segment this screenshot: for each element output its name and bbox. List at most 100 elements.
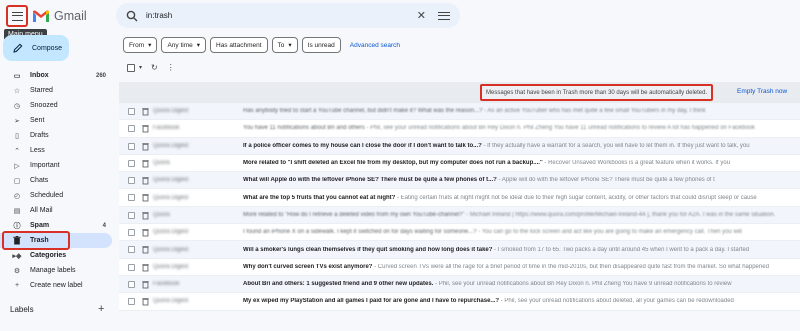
trash-icon[interactable] bbox=[142, 211, 149, 220]
email-preview: My ex wiped my PlayStation and all games… bbox=[243, 298, 800, 304]
email-row[interactable]: Quora Digest Has anybody tried to start a… bbox=[119, 103, 800, 121]
add-label-icon[interactable]: + bbox=[98, 303, 104, 315]
trash-icon[interactable] bbox=[142, 228, 149, 237]
sidebar-item-create-label[interactable]: + Create new label bbox=[0, 278, 112, 293]
row-checkbox[interactable] bbox=[128, 298, 135, 306]
pencil-icon bbox=[13, 43, 23, 53]
email-row[interactable]: Quora Digest What are the top 5 fruits th… bbox=[119, 189, 800, 207]
email-preview: What are the top 5 fruits that you canno… bbox=[243, 195, 800, 201]
sidebar-item-categories[interactable]: ▸◈ Categories bbox=[0, 248, 112, 263]
email-preview: Will a smoker's lungs clean themselves i… bbox=[243, 247, 800, 253]
email-preview: Has anybody tried to start a YouTube cha… bbox=[243, 108, 800, 114]
plus-icon: + bbox=[14, 282, 20, 289]
trash-icon[interactable] bbox=[142, 107, 149, 116]
sidebar-item-label: Starred bbox=[30, 87, 53, 94]
main-menu-button[interactable] bbox=[6, 5, 28, 27]
gmail-logo[interactable]: Gmail bbox=[32, 9, 87, 23]
sidebar-item-sent[interactable]: ➢ Sent bbox=[0, 113, 112, 128]
trash-icon[interactable] bbox=[142, 193, 149, 202]
unread-filter-chip[interactable]: Is unread bbox=[301, 37, 341, 53]
search-filter-bar: From ▾ Any time ▾ Has attachment To ▾ Is un… bbox=[123, 37, 400, 53]
email-row[interactable]: Facebook About Bri and others: 1 suggeste… bbox=[119, 275, 800, 294]
email-sender: Quora Digest bbox=[153, 177, 189, 184]
sidebar-item-label: Create new label bbox=[30, 282, 83, 289]
row-checkbox[interactable] bbox=[128, 263, 135, 271]
row-checkbox[interactable] bbox=[128, 229, 135, 237]
email-sender: Quora Digest bbox=[153, 108, 189, 115]
chip-label: Has attachment bbox=[216, 41, 262, 49]
time-filter-chip[interactable]: Any time ▾ bbox=[161, 37, 206, 53]
sidebar-item-drafts[interactable]: ▯ Drafts bbox=[0, 128, 112, 143]
row-checkbox[interactable] bbox=[128, 142, 135, 150]
trash-icon[interactable] bbox=[142, 263, 149, 272]
to-filter-chip[interactable]: To ▾ bbox=[271, 37, 298, 53]
email-preview: If a police officer comes to my house ca… bbox=[243, 143, 800, 149]
trash-retention-message: Messages that have been in Trash more th… bbox=[480, 84, 714, 101]
sidebar-item-important[interactable]: ▷ Important bbox=[0, 158, 112, 173]
email-row[interactable]: Quora More related to "I shift deleted an… bbox=[119, 154, 800, 173]
row-checkbox[interactable] bbox=[128, 194, 135, 202]
email-subject: If a police officer comes to my house ca… bbox=[243, 142, 482, 149]
trash-icon[interactable] bbox=[142, 245, 149, 254]
chip-label: Any time bbox=[167, 41, 193, 49]
trash-icon[interactable] bbox=[142, 297, 149, 306]
search-input[interactable] bbox=[146, 11, 417, 20]
trash-icon[interactable] bbox=[142, 159, 149, 168]
row-checkbox[interactable] bbox=[128, 211, 135, 219]
email-snippet: - Michael Ireland | https://www.quora.co… bbox=[464, 211, 776, 218]
row-checkbox[interactable] bbox=[128, 108, 135, 115]
row-checkbox[interactable] bbox=[128, 177, 135, 185]
sidebar-item-snoozed[interactable]: ◷ Snoozed bbox=[0, 98, 112, 113]
refresh-icon[interactable]: ↻ bbox=[151, 63, 158, 72]
sidebar-item-all-mail[interactable]: ▤ All Mail bbox=[0, 203, 112, 218]
email-row[interactable]: Quora Digest What will Apple do with the … bbox=[119, 172, 800, 190]
trash-icon[interactable] bbox=[142, 142, 149, 151]
select-all-checkbox[interactable] bbox=[127, 63, 135, 72]
sidebar-item-scheduled[interactable]: ◴ Scheduled bbox=[0, 188, 112, 203]
email-snippet: - Curved screen TVs were all the rage fo… bbox=[372, 263, 769, 270]
email-preview: More related to "How do I retrieve a del… bbox=[243, 212, 800, 218]
attachment-filter-chip[interactable]: Has attachment bbox=[210, 37, 268, 53]
search-bar[interactable]: ✕ bbox=[116, 3, 460, 28]
email-row[interactable]: Quora Digest Will a smoker's lungs clean … bbox=[119, 241, 800, 259]
clear-search-icon[interactable]: ✕ bbox=[417, 9, 426, 22]
trash-icon[interactable] bbox=[142, 280, 149, 289]
row-checkbox[interactable] bbox=[128, 159, 135, 167]
from-filter-chip[interactable]: From ▾ bbox=[123, 37, 158, 53]
search-icon[interactable] bbox=[126, 10, 138, 22]
trash-icon[interactable] bbox=[142, 176, 149, 185]
more-options-icon[interactable]: ⋮ bbox=[167, 63, 175, 72]
advanced-search-link[interactable]: Advanced search bbox=[350, 42, 400, 49]
email-row[interactable]: Quora Digest I found an iPhone X on a sid… bbox=[119, 224, 800, 242]
row-checkbox[interactable] bbox=[128, 125, 135, 133]
sidebar-item-manage-labels[interactable]: ⚙ Manage labels bbox=[0, 263, 112, 278]
email-row[interactable]: Facebook You have 11 notifications about … bbox=[119, 120, 800, 138]
search-options-icon[interactable] bbox=[438, 11, 450, 21]
select-dropdown-icon[interactable]: ▾ bbox=[139, 64, 142, 71]
sidebar-item-label: Important bbox=[30, 162, 60, 169]
sidebar-item-inbox[interactable]: ▭ Inbox 260 bbox=[0, 68, 112, 83]
email-row[interactable]: Quora Digest If a police officer comes to… bbox=[119, 137, 800, 155]
email-preview: I found an iPhone X on a sidewalk. I kep… bbox=[243, 229, 800, 235]
trash-icon[interactable] bbox=[142, 124, 149, 133]
star-icon: ☆ bbox=[13, 87, 21, 95]
email-sender: Quora Digest bbox=[153, 263, 189, 270]
sidebar-item-starred[interactable]: ☆ Starred bbox=[0, 83, 112, 98]
email-subject: My ex wiped my PlayStation and all games… bbox=[243, 298, 500, 305]
email-row[interactable]: Quora More related to "How do I retrieve … bbox=[119, 206, 800, 225]
sidebar-item-chats[interactable]: ▢ Chats bbox=[0, 173, 112, 188]
email-row[interactable]: Quora Digest My ex wiped my PlayStation a… bbox=[119, 293, 800, 311]
compose-button[interactable]: Compose bbox=[3, 35, 69, 61]
list-toolbar: ▾ ↻ ⋮ bbox=[127, 63, 175, 72]
email-row[interactable]: Quora Digest Why don't curved screen TVs … bbox=[119, 258, 800, 276]
sidebar-item-spam[interactable]: ⓘ Spam 4 bbox=[0, 218, 112, 233]
sidebar-item-less[interactable]: ⌃ Less bbox=[0, 143, 112, 158]
empty-trash-link[interactable]: Empty Trash now bbox=[737, 88, 787, 95]
row-checkbox[interactable] bbox=[128, 246, 135, 254]
draft-icon: ▯ bbox=[15, 132, 19, 140]
row-checkbox[interactable] bbox=[128, 280, 135, 288]
hamburger-icon bbox=[11, 11, 23, 21]
sidebar-item-trash[interactable]: Trash bbox=[0, 231, 112, 250]
inbox-icon: ▭ bbox=[13, 72, 21, 80]
sidebar-nav: ▭ Inbox 260 ☆ Starred ◷ Snoozed ➢ Sent ▯… bbox=[0, 68, 112, 293]
